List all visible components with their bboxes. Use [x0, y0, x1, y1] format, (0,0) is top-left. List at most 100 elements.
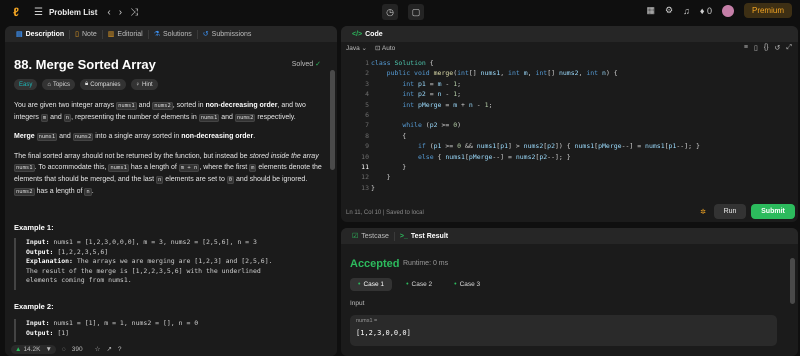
shuffle-icon[interactable]: ⤨	[130, 7, 138, 18]
test-panel: ☑ Testcase >_ Test Result Accepted Runtime…	[341, 228, 798, 356]
notes-icon[interactable]: ▢	[408, 4, 424, 20]
list-icon[interactable]: ☰	[34, 7, 43, 18]
input-label: Input	[350, 300, 365, 307]
problem-list-link[interactable]: Problem List	[49, 8, 97, 17]
case-tab-2[interactable]: • Case 2	[398, 278, 440, 291]
tab-description[interactable]: ▤ Description	[11, 29, 71, 39]
leetcode-logo[interactable]: ℓ	[8, 4, 24, 20]
notification-bell-icon[interactable]: ♫	[683, 6, 690, 16]
code-line: }	[371, 183, 375, 192]
tab-editorial[interactable]: ▥ Editorial	[103, 29, 149, 39]
tab-code[interactable]: </> Code	[347, 30, 388, 39]
star-icon[interactable]: ☆	[95, 345, 101, 353]
braces-icon[interactable]: {}	[764, 44, 769, 52]
help-icon[interactable]: ?	[118, 346, 122, 353]
description-scrollbar[interactable]	[330, 70, 335, 170]
mode-label: Auto	[381, 45, 396, 52]
inline-code: 0	[226, 176, 235, 184]
settings-icon[interactable]: ⚙	[665, 5, 673, 16]
code-line: class Solution {	[371, 59, 434, 67]
example-output: Output: [1,2,2,3,5,6]	[26, 248, 324, 258]
problem-title: 88. Merge Sorted Array	[14, 57, 156, 72]
layout-grid-icon[interactable]: ▦	[647, 5, 656, 16]
case-label: Case 3	[459, 281, 481, 288]
explanation-line: elements coming from nums1.	[26, 276, 132, 284]
code-editor[interactable]: class Solution { public void merge(int[]…	[371, 58, 791, 193]
runtime-text: Runtime: 0 ms	[403, 260, 449, 267]
chevron-right-icon[interactable]: ›	[119, 7, 122, 18]
example-explanation: Explanation: The arrays we are merging a…	[26, 257, 324, 267]
timer-icon[interactable]: ◷	[382, 4, 398, 20]
left-tabbar: ▤ Description ▯ Note ▥ Editorial ⚗ Solutions…	[5, 26, 337, 42]
tab-label: Test Result	[410, 232, 449, 240]
submissions-icon: ↺	[202, 30, 209, 38]
comment-icon[interactable]: ◌	[62, 346, 66, 353]
line-number: 9	[365, 142, 369, 151]
example-input: Input: nums1 = [1], m = 1, nums2 = [], n…	[26, 319, 324, 329]
text: elements are set to	[163, 176, 227, 183]
tab-submissions[interactable]: ↺ Submissions	[198, 30, 257, 39]
debug-icon[interactable]: ✲	[700, 208, 706, 216]
bold-text: Merge	[14, 133, 35, 140]
code-line: public void merge(int[] nums1, int m, in…	[386, 69, 618, 78]
inline-code: nums1	[14, 164, 35, 172]
run-button[interactable]: Run	[714, 204, 746, 219]
tab-note[interactable]: ▯ Note	[70, 29, 103, 39]
inline-code: nums2	[72, 133, 94, 141]
auto-mode[interactable]: ⊡ Auto	[375, 44, 395, 52]
cursor-position: Ln 11, Col 10	[346, 210, 382, 216]
description-paragraph-2: Merge nums1 and nums2 into a single arra…	[14, 131, 324, 143]
inline-code: nums1	[108, 164, 129, 172]
top-nav: ℓ ☰ Problem List ‹ › ⤨ ◷ ▢ ▦ ⚙ ♫ ♦ 0 Pre…	[0, 0, 800, 24]
value: nums1 = [1], m = 1, nums2 = [], n = 0	[49, 319, 199, 327]
premium-button[interactable]: Premium	[743, 3, 792, 18]
hint-chip[interactable]: ♀ Hint	[130, 79, 158, 90]
text: . To accommodate this,	[34, 164, 109, 171]
solved-label: Solved	[291, 61, 314, 68]
text: , representing the number of elements in	[71, 114, 199, 121]
thumbs-down-icon[interactable]: ▼	[45, 346, 51, 353]
code-line: while (p2 >= 0)	[402, 121, 462, 130]
tab-test-result[interactable]: >_ Test Result	[395, 232, 453, 241]
share-icon[interactable]: ↗	[106, 345, 111, 353]
code-line: int p1 = m - 1;	[402, 79, 462, 88]
value: The arrays we are merging are [1,2,3] an…	[72, 257, 273, 265]
code-line: {	[371, 131, 407, 140]
value: [1]	[53, 328, 70, 337]
companies-chip[interactable]: 🔒︎ Companies	[79, 79, 126, 90]
notes-icon[interactable]: ≡	[744, 44, 748, 52]
inline-code: nums2	[152, 102, 173, 110]
result-status: Accepted	[350, 258, 400, 270]
like-button[interactable]: ▲ 14.2K ▼	[11, 344, 56, 354]
variable-value: [1,2,3,0,0,0]	[356, 329, 411, 337]
example-1-block: Input: nums1 = [1,2,3,0,0,0], m = 3, num…	[14, 238, 324, 290]
topics-chip[interactable]: ⌂ Topics	[42, 79, 75, 90]
chevron-left-icon[interactable]: ‹	[107, 7, 110, 18]
tab-testcase[interactable]: ☑ Testcase	[347, 231, 395, 241]
test-scrollbar[interactable]	[790, 258, 795, 304]
streak-counter[interactable]: ♦ 0	[700, 6, 712, 16]
panel-resize-handle[interactable]	[560, 222, 576, 226]
case-tab-1[interactable]: • Case 1	[350, 278, 393, 291]
case-tab-3[interactable]: • Case 3	[446, 278, 488, 291]
description-paragraph-1: You are given two integer arrays nums1 a…	[14, 100, 324, 124]
maximize-icon[interactable]: ⤢	[786, 44, 792, 52]
pass-dot-icon: •	[406, 281, 409, 288]
description-panel: ▤ Description ▯ Note ▥ Editorial ⚗ Solutions…	[5, 26, 337, 356]
text: and	[48, 114, 64, 121]
text: .	[91, 188, 94, 195]
tab-solutions[interactable]: ⚗ Solutions	[149, 29, 198, 39]
inline-code: nums1	[198, 114, 220, 122]
text: .	[253, 133, 256, 140]
example-1-title: Example 1:	[14, 223, 54, 232]
chip-label: Topics	[52, 81, 70, 88]
avatar[interactable]	[721, 4, 734, 17]
inline-code: n	[84, 188, 92, 196]
value: nums1 = [1,2,3,0,0,0], m = 3, nums2 = [2…	[49, 238, 257, 246]
bookmark-icon[interactable]: ▯	[754, 44, 758, 52]
like-count: 14.2K	[23, 345, 41, 353]
language-select[interactable]: Java ⌄	[346, 44, 367, 52]
code-panel: </> Code Java ⌄ ⊡ Auto ≡ ▯ {} ↺ ⤢ 1 2 3 4…	[341, 26, 798, 222]
reset-icon[interactable]: ↺	[775, 44, 781, 52]
submit-button[interactable]: Submit	[751, 204, 795, 219]
